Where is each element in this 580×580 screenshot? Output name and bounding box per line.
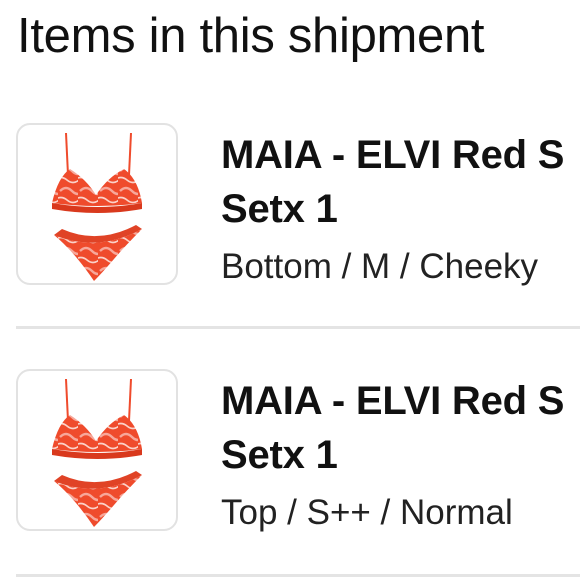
page-title: Items in this shipment xyxy=(17,9,485,63)
product-name[interactable]: MAIA - ELVI Red S Setx 1 xyxy=(221,128,580,236)
product-thumbnail[interactable] xyxy=(16,369,178,531)
shipment-item[interactable]: MAIA - ELVI Red S Setx 1 Bottom / M / Ch… xyxy=(0,110,580,330)
item-divider xyxy=(16,574,580,577)
shipment-item[interactable]: MAIA - ELVI Red S Setx 1 Top / S++ / Nor… xyxy=(0,356,580,576)
bikini-image-icon xyxy=(52,132,142,281)
bikini-image-icon xyxy=(52,378,142,527)
product-name-quantity: Setx 1 xyxy=(221,187,338,231)
product-name-line: MAIA - ELVI Red S xyxy=(221,379,565,423)
item-divider xyxy=(16,326,580,329)
product-variant: Top / S++ / Normal xyxy=(221,493,513,532)
product-variant: Bottom / M / Cheeky xyxy=(221,247,539,286)
product-name[interactable]: MAIA - ELVI Red S Setx 1 xyxy=(221,374,580,482)
product-thumbnail[interactable] xyxy=(16,123,178,285)
product-name-quantity: Setx 1 xyxy=(221,433,338,477)
product-name-line: MAIA - ELVI Red S xyxy=(221,133,565,177)
